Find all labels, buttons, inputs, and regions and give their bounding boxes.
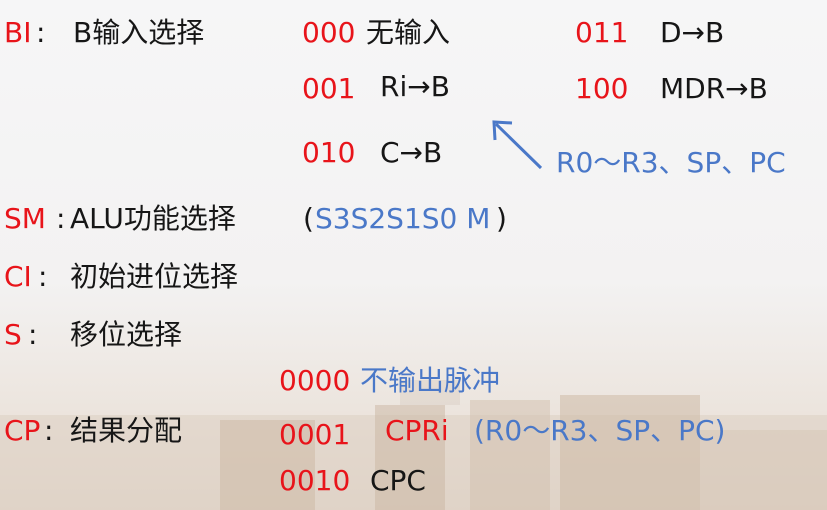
bi-text-100: MDR→B xyxy=(660,72,768,105)
ci-label: CI xyxy=(4,260,32,293)
bi-code-100: 100 xyxy=(575,72,629,105)
sm-colon: : xyxy=(56,202,66,235)
bi-colon: : xyxy=(36,16,46,49)
bi-desc: B输入选择 xyxy=(73,16,205,49)
bi-text-010: C→B xyxy=(380,136,443,169)
cp-code-0000: 0000 xyxy=(279,364,351,397)
s-desc: 移位选择 xyxy=(70,318,183,351)
bi-register-note: R0～R3、SP、PC xyxy=(556,146,786,179)
sm-code-note: S3S2S1S0 M xyxy=(315,202,491,235)
arrow-up-left-icon xyxy=(492,120,543,170)
cp-desc: 结果分配 xyxy=(70,414,183,447)
s-colon: : xyxy=(28,318,38,351)
cp-label: CP xyxy=(4,414,41,447)
cp-text-0000: 不输出脉冲 xyxy=(360,364,501,397)
sm-paren-close: ) xyxy=(496,202,507,235)
bi-label: BI xyxy=(4,16,32,49)
bi-code-010: 010 xyxy=(302,136,356,169)
bi-code-011: 011 xyxy=(575,16,629,49)
cp-text-0010: CPC xyxy=(370,464,426,497)
cp-register-note: (R0～R3、SP、PC) xyxy=(474,414,726,447)
sm-paren-open: ( xyxy=(303,202,314,235)
cp-text-0001: CPRi xyxy=(385,414,449,447)
bi-text-011: D→B xyxy=(660,16,725,49)
cp-code-0001: 0001 xyxy=(279,418,351,451)
cp-colon: : xyxy=(44,414,54,447)
bi-text-001: Ri→B xyxy=(380,70,450,103)
sm-label: SM xyxy=(4,202,46,235)
bi-code-001: 001 xyxy=(302,72,356,105)
bi-code-000: 000 xyxy=(302,16,356,49)
sm-desc: ALU功能选择 xyxy=(70,202,236,235)
ci-colon: : xyxy=(38,260,48,293)
ci-desc: 初始进位选择 xyxy=(70,260,239,293)
s-label: S xyxy=(4,318,22,351)
bi-text-000: 无输入 xyxy=(366,16,451,49)
cp-code-0010: 0010 xyxy=(279,464,351,497)
